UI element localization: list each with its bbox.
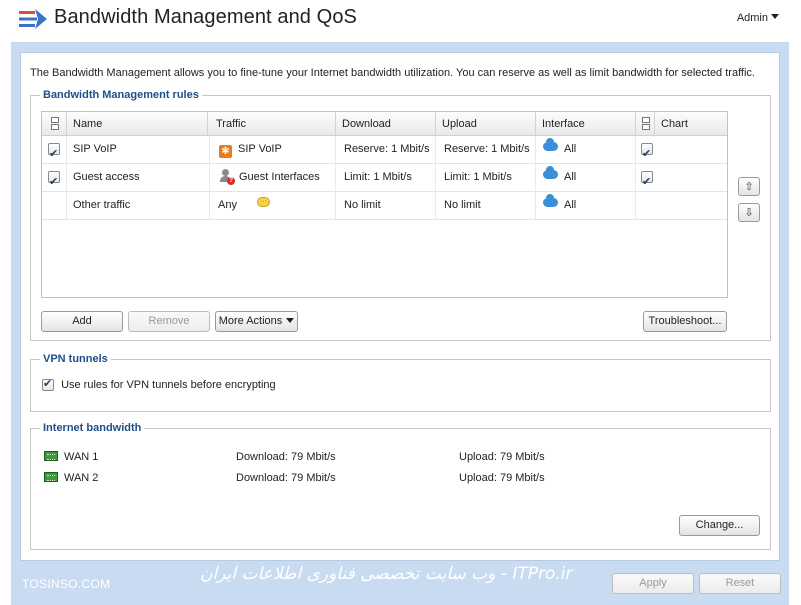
rule-name: Guest access [67,164,210,192]
wan-upload: Upload: 79 Mbit/s [459,472,545,484]
bandwidth-arrows-icon [19,9,47,29]
rule-traffic-label: Guest Interfaces [239,171,320,183]
row-enabled-cell [42,164,67,195]
network-card-icon [44,451,58,461]
vpn-rules-label: Use rules for VPN tunnels before encrypt… [61,379,276,391]
reset-button[interactable]: Reset [699,573,781,594]
wan-download: Download: 79 Mbit/s [236,472,336,484]
network-card-icon [44,472,58,482]
user-menu-label: Admin [736,12,768,24]
table-header: Name Traffic Download Upload Interface C… [42,112,727,136]
rule-upload: Limit: 1 Mbit/s [436,164,536,192]
checkbox-column-icon [641,117,651,131]
vpn-group-title: VPN tunnels [40,353,111,365]
rule-chart-cell [636,164,727,195]
column-header-chart[interactable]: Chart [655,112,727,136]
vpn-rules-option[interactable]: Use rules for VPN tunnels before encrypt… [42,377,276,392]
rule-interface-label: All [564,143,577,155]
chevron-down-icon [771,14,779,19]
page-header: Bandwidth Management and QoS Admin [0,0,801,42]
chart-checkbox[interactable] [641,141,653,167]
rule-download: Limit: 1 Mbit/s [336,164,436,192]
sip-icon: ✱ [219,145,232,158]
rule-interface: All [536,192,636,220]
wan-download: Download: 79 Mbit/s [236,451,336,463]
column-header-chart-checkbox[interactable] [636,112,655,136]
wan-upload: Upload: 79 Mbit/s [459,451,545,463]
column-header-upload[interactable]: Upload [436,112,536,136]
wan-row: WAN 1 Download: 79 Mbit/s Upload: 79 Mbi… [44,451,744,467]
watermark-tosinso: TOSINSO.COM [22,577,111,591]
intro-text: The Bandwidth Management allows you to f… [30,67,755,79]
troubleshoot-button[interactable]: Troubleshoot... [643,311,727,332]
rule-upload: Reserve: 1 Mbit/s [436,136,536,164]
wan-name: WAN 2 [64,472,99,484]
rule-interface: All [536,164,636,192]
row-enabled-cell [42,192,67,220]
rules-table: Name Traffic Download Upload Interface C… [41,111,728,298]
move-up-button[interactable]: ⇧ [738,177,760,196]
page-title: Bandwidth Management and QoS [54,6,357,28]
rule-download: No limit [336,192,436,220]
apply-button[interactable]: Apply [612,573,694,594]
rule-traffic-label: SIP VoIP [238,143,282,155]
rule-chart-cell [636,136,727,167]
guest-user-icon: ? [219,169,235,185]
chart-checkbox[interactable] [641,169,653,195]
rule-traffic: Any [210,192,336,220]
cloud-icon [543,194,558,207]
rule-upload: No limit [436,192,536,220]
rule-traffic: ? Guest Interfaces [210,164,336,192]
user-menu[interactable]: Admin [737,12,779,24]
rule-interface-label: All [564,171,577,183]
cloud-icon [543,166,558,179]
checkbox-column-icon [50,117,60,131]
rule-name: Other traffic ··· [67,192,270,220]
more-actions-label: More Actions [218,315,283,327]
wan-row: WAN 2 Download: 79 Mbit/s Upload: 79 Mbi… [44,472,744,488]
rule-interface-label: All [564,199,577,211]
column-header-enabled[interactable] [42,112,67,136]
more-actions-button[interactable]: More Actions [215,311,298,332]
column-header-name[interactable]: Name [67,112,208,136]
rule-name: SIP VoIP [67,136,210,164]
cloud-icon [543,138,558,151]
remove-rule-button[interactable]: Remove [128,311,210,332]
rule-name-label: Other traffic [73,199,131,211]
rule-chart-cell [636,192,727,220]
wan-name: WAN 1 [64,451,99,463]
arrow-down-icon: ⇩ [744,206,754,219]
watermark-itpro: وب سایت تخصصی فناوری اطلاعات ایران - ITP… [200,564,573,584]
rule-interface: All [536,136,636,164]
add-rule-button[interactable]: Add [41,311,123,332]
table-row[interactable]: SIP VoIP ✱ SIP VoIP Reserve: 1 Mbit/s Res… [42,136,727,167]
internet-bandwidth-title: Internet bandwidth [40,422,145,434]
rule-traffic: ✱ SIP VoIP [210,136,336,164]
vpn-rules-checkbox[interactable] [42,377,54,392]
change-bandwidth-button[interactable]: Change... [679,515,760,536]
chevron-down-icon [286,318,295,323]
enabled-checkbox[interactable] [48,169,60,195]
table-row[interactable]: Other traffic ··· Any No limit No limit A… [42,192,727,220]
move-down-button[interactable]: ⇩ [738,203,760,222]
column-header-download[interactable]: Download [336,112,436,136]
column-header-traffic[interactable]: Traffic [210,112,336,136]
rule-download: Reserve: 1 Mbit/s [336,136,436,164]
column-header-interface[interactable]: Interface [536,112,636,136]
arrow-up-icon: ⇧ [744,180,754,193]
internet-bandwidth-group [30,428,771,550]
table-row[interactable]: Guest access ? Guest Interfaces Limit: 1 … [42,164,727,195]
rules-group-title: Bandwidth Management rules [40,89,202,101]
enabled-checkbox[interactable] [48,141,60,167]
row-enabled-cell [42,136,67,167]
